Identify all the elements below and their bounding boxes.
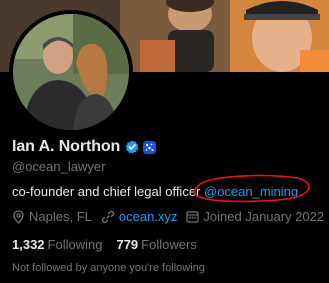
followers-count: 779 [116, 237, 139, 252]
joined-item: Joined January 2022 [186, 209, 324, 224]
followed-by-note: Not followed by anyone you're following [12, 262, 205, 274]
joined-text: Joined January 2022 [203, 209, 325, 224]
avatar[interactable] [9, 10, 133, 134]
location-pin-icon [13, 209, 24, 224]
bio-text: co-founder and chief legal officer [12, 184, 204, 199]
link-icon [101, 210, 115, 223]
location-text: Naples, FL [29, 209, 92, 224]
following-count: 1,332 [12, 237, 45, 252]
website-link[interactable]: ocean.xyz [119, 209, 178, 224]
location-item: Naples, FL [12, 209, 92, 224]
affiliate-badge-icon[interactable] [143, 140, 157, 154]
avatar-photo [13, 14, 129, 130]
following-label: Following [47, 237, 103, 252]
profile-meta-row: Naples, FL ocean.xyz Joined January 2022 [12, 209, 329, 224]
user-handle: @ocean_lawyer [12, 159, 106, 174]
following-link[interactable]: 1,332 Following [12, 237, 102, 252]
follow-stats: 1,332 Following 779 Followers [12, 237, 211, 252]
bio: co-founder and chief legal officer @ocea… [12, 184, 298, 199]
bio-mention-link[interactable]: @ocean_mining [204, 184, 298, 199]
website-item[interactable]: ocean.xyz [101, 209, 178, 224]
name-row: Ian A. Northon [12, 137, 157, 157]
display-name: Ian A. Northon [12, 138, 121, 155]
verified-badge-icon[interactable] [125, 140, 139, 154]
calendar-icon [186, 211, 200, 223]
followers-label: Followers [141, 237, 197, 252]
followers-link[interactable]: 779 Followers [116, 237, 196, 252]
